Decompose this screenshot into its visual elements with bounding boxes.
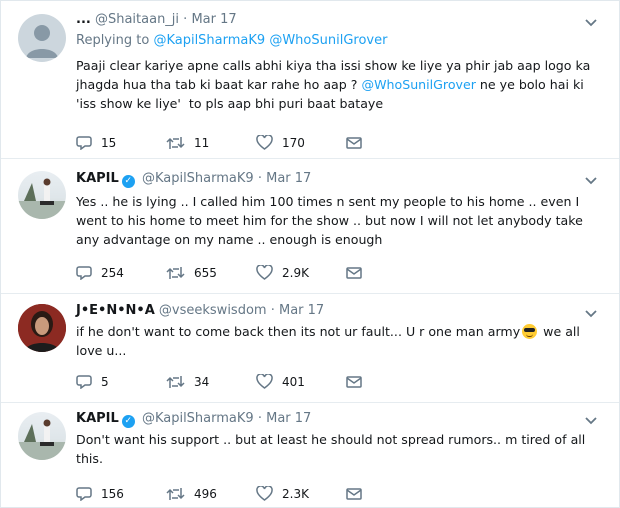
retweet-icon xyxy=(166,136,185,149)
tweet-actions: 5 34 401 xyxy=(76,374,436,389)
tweet[interactable]: ... @Shaitaan_ji · Mar 17 Replying to @K… xyxy=(1,1,619,159)
like-button[interactable]: 2.3K xyxy=(256,486,346,501)
timestamp[interactable]: Mar 17 xyxy=(279,303,324,318)
direct-message-button[interactable] xyxy=(346,375,436,388)
like-button[interactable]: 401 xyxy=(256,374,346,389)
reply-icon xyxy=(76,487,92,501)
profile-photo-icon xyxy=(18,304,66,352)
display-name[interactable]: KAPIL xyxy=(76,411,119,426)
reply-count: 15 xyxy=(101,135,117,150)
heart-icon xyxy=(256,265,273,280)
tweet[interactable]: KAPIL ✓ @KapilSharmaK9 · Mar 17 Don't wan… xyxy=(1,403,619,507)
like-count: 2.9K xyxy=(282,265,309,280)
direct-message-button[interactable] xyxy=(346,136,436,149)
envelope-icon xyxy=(346,375,362,388)
tweet-actions: 15 11 170 xyxy=(76,135,436,150)
avatar-kapil[interactable] xyxy=(18,171,66,219)
tweet-thread: ... @Shaitaan_ji · Mar 17 Replying to @K… xyxy=(0,0,620,508)
avatar-kapil[interactable] xyxy=(18,412,66,460)
reply-icon xyxy=(76,375,92,389)
mention-link[interactable]: @WhoSunilGrover xyxy=(269,33,387,48)
mention-link[interactable]: @KapilSharmaK9 xyxy=(153,33,265,48)
retweet-button[interactable]: 11 xyxy=(166,136,256,150)
reply-icon xyxy=(76,136,92,150)
replying-to: Replying to @KapilSharmaK9 @WhoSunilGrov… xyxy=(76,32,599,50)
retweet-icon xyxy=(166,266,185,279)
retweet-icon xyxy=(166,375,185,388)
tweet-actions: 254 655 2.9K xyxy=(76,265,436,280)
like-count: 2.3K xyxy=(282,486,309,501)
heart-icon xyxy=(256,135,273,150)
verified-badge-icon: ✓ xyxy=(121,175,135,188)
verified-badge-icon: ✓ xyxy=(121,415,135,428)
heart-icon xyxy=(256,374,273,389)
chevron-down-icon[interactable] xyxy=(585,19,597,27)
separator-dot: · xyxy=(257,171,262,186)
reply-button[interactable]: 254 xyxy=(76,265,166,280)
like-button[interactable]: 2.9K xyxy=(256,265,346,280)
mention-link[interactable]: @WhoSunilGrover xyxy=(361,77,475,92)
avatar-jenna[interactable] xyxy=(18,304,66,352)
retweet-button[interactable]: 655 xyxy=(166,266,256,280)
reply-button[interactable]: 15 xyxy=(76,135,166,150)
retweet-icon xyxy=(166,487,185,500)
reply-count: 156 xyxy=(101,486,124,501)
tweet-header: KAPIL ✓ @KapilSharmaK9 · Mar 17 xyxy=(76,170,599,188)
tweet-text: Yes .. he is lying .. I called him 100 t… xyxy=(76,194,587,247)
envelope-icon xyxy=(346,266,362,279)
envelope-icon xyxy=(346,487,362,500)
retweet-count: 34 xyxy=(194,374,210,389)
like-count: 170 xyxy=(282,135,305,150)
tweet-header: ... @Shaitaan_ji · Mar 17 xyxy=(76,11,599,29)
chevron-down-icon[interactable] xyxy=(585,310,597,318)
tweet-text-part: if he don't want to come back then its n… xyxy=(76,324,521,339)
retweet-count: 496 xyxy=(194,486,217,501)
envelope-icon xyxy=(346,136,362,149)
separator-dot: · xyxy=(257,411,262,426)
separator-dot: · xyxy=(270,303,275,318)
tweet-text: if he don't want to come back then its n… xyxy=(76,322,599,360)
display-name[interactable]: J•E•N•N•A xyxy=(76,303,155,318)
direct-message-button[interactable] xyxy=(346,487,436,500)
display-name[interactable]: ... xyxy=(76,12,91,27)
timestamp[interactable]: Mar 17 xyxy=(191,12,236,27)
user-handle[interactable]: @Shaitaan_ji xyxy=(95,12,179,27)
default-profile-icon xyxy=(26,25,58,58)
retweet-button[interactable]: 496 xyxy=(166,487,256,501)
tweet-header: J•E•N•N•A @vseekswisdom · Mar 17 xyxy=(76,302,599,320)
user-handle[interactable]: @KapilSharmaK9 xyxy=(142,411,254,426)
reply-button[interactable]: 156 xyxy=(76,486,166,501)
retweet-count: 655 xyxy=(194,265,217,280)
profile-photo-icon xyxy=(18,419,66,460)
replying-to-label: Replying to xyxy=(76,33,150,48)
tweet[interactable]: KAPIL ✓ @KapilSharmaK9 · Mar 17 Yes .. he… xyxy=(1,159,619,294)
avatar-default[interactable] xyxy=(18,14,66,62)
reply-icon xyxy=(76,266,92,280)
reply-count: 254 xyxy=(101,265,124,280)
like-button[interactable]: 170 xyxy=(256,135,346,150)
timestamp[interactable]: Mar 17 xyxy=(266,171,311,186)
reply-count: 5 xyxy=(101,374,109,389)
tweet[interactable]: J•E•N•N•A @vseekswisdom · Mar 17 if he d… xyxy=(1,294,619,403)
separator-dot: · xyxy=(183,12,188,27)
display-name[interactable]: KAPIL xyxy=(76,171,119,186)
chevron-down-icon[interactable] xyxy=(585,177,597,185)
direct-message-button[interactable] xyxy=(346,266,436,279)
like-count: 401 xyxy=(282,374,305,389)
user-handle[interactable]: @vseekswisdom xyxy=(159,303,267,318)
tweet-header: KAPIL ✓ @KapilSharmaK9 · Mar 17 xyxy=(76,410,599,428)
retweet-button[interactable]: 34 xyxy=(166,375,256,389)
heart-icon xyxy=(256,486,273,501)
retweet-count: 11 xyxy=(194,135,210,150)
sunglasses-emoji-icon xyxy=(522,324,538,339)
profile-photo-icon xyxy=(18,178,66,219)
chevron-down-icon[interactable] xyxy=(585,417,597,425)
tweet-text: Paaji clear kariye apne calls abhi kiya … xyxy=(76,56,599,113)
user-handle[interactable]: @KapilSharmaK9 xyxy=(142,171,254,186)
tweet-actions: 156 496 2.3K xyxy=(76,486,436,501)
reply-button[interactable]: 5 xyxy=(76,374,166,389)
tweet-text: Don't want his support .. but at least h… xyxy=(76,432,590,466)
timestamp[interactable]: Mar 17 xyxy=(266,411,311,426)
